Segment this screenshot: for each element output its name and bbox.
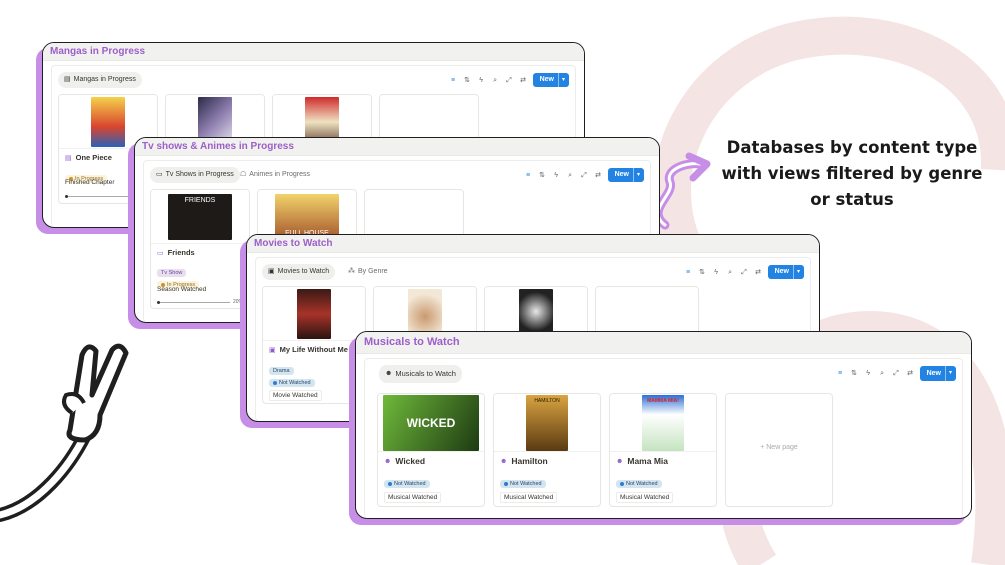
new-button[interactable]: New ▾ <box>532 73 569 87</box>
manga-cover-image <box>91 96 125 147</box>
book-icon: ▤ <box>65 154 72 162</box>
mamma-mia-poster-image: MAMMA MIA! <box>642 394 684 451</box>
progress-bar: 20% <box>157 298 243 306</box>
new-page-label: + New page <box>760 444 798 451</box>
property-value: Musical Watched <box>384 492 442 503</box>
property-value: Musical Watched <box>616 492 674 503</box>
settings-icon[interactable]: ⇄ <box>754 268 763 277</box>
chevron-down-icon: ▾ <box>944 365 952 381</box>
headline: Databases by content type with views fil… <box>721 138 983 209</box>
gallery-card-mama-mia[interactable]: MAMMA MIA! ☻ Mama Mia Not Watched Musical… <box>609 393 717 507</box>
book-icon: ▤ <box>64 76 71 83</box>
search-icon[interactable]: ⌕ <box>566 171 575 180</box>
settings-icon[interactable]: ⇄ <box>519 76 528 85</box>
property-value: Musical Watched <box>500 492 558 503</box>
film-icon: ▣ <box>269 346 276 354</box>
new-button[interactable]: New ▾ <box>607 168 644 182</box>
expand-icon[interactable]: ⤢ <box>892 369 901 378</box>
panel-title: Musicals to Watch <box>356 332 971 354</box>
new-page-card[interactable]: + New page <box>725 393 833 507</box>
sort-icon[interactable]: ⇅ <box>850 369 859 378</box>
lightning-icon[interactable]: ϟ <box>477 76 486 85</box>
property-value: Season Watched <box>157 286 207 293</box>
property-value: Movie Watched <box>269 390 322 401</box>
chevron-down-icon: ▾ <box>792 265 800 279</box>
hamilton-poster-image: HAMILTON <box>526 394 568 451</box>
mask-icon: ☻ <box>384 457 392 465</box>
lightning-icon[interactable]: ϟ <box>712 268 721 277</box>
expand-icon[interactable]: ⤢ <box>505 76 514 85</box>
gallery-card-hamilton[interactable]: HAMILTON ☻ Hamilton Not Watched Musical W… <box>493 393 601 507</box>
panel-title: Mangas in Progress <box>43 43 584 61</box>
new-button[interactable]: New ▾ <box>767 265 804 279</box>
tab-animes-in-progress[interactable]: ☖ Animes in Progress <box>234 167 316 183</box>
lightning-icon[interactable]: ϟ <box>552 171 561 180</box>
filter-icon[interactable]: ≡ <box>449 76 458 85</box>
filter-icon[interactable]: ≡ <box>524 171 533 180</box>
expand-icon[interactable]: ⤢ <box>580 171 589 180</box>
group-icon: ⁂ <box>348 268 355 275</box>
lightning-icon[interactable]: ϟ <box>864 369 873 378</box>
sort-icon[interactable]: ⇅ <box>698 268 707 277</box>
mask-icon: ☻ <box>616 457 624 465</box>
wicked-poster-image: WICKED <box>383 394 479 451</box>
sort-icon[interactable]: ⇅ <box>463 76 472 85</box>
filter-icon[interactable]: ≡ <box>684 268 693 277</box>
tab-musicals-to-watch[interactable]: ☻ Musicals to Watch <box>379 365 462 383</box>
tv-cover-image: FULL HOUSE <box>275 193 339 240</box>
tab-mangas-in-progress[interactable]: ▤ Mangas in Progress <box>58 72 142 88</box>
chevron-down-icon: ▾ <box>557 73 565 87</box>
robot-icon: ☖ <box>240 171 247 178</box>
gallery-card-friends[interactable]: FRIENDS ▭ Friends Tv Show In Progress Sea… <box>150 189 250 309</box>
tab-tv-shows-in-progress[interactable]: ▭ Tv Shows in Progress <box>150 167 240 183</box>
movie-cover-image <box>297 288 331 339</box>
peace-hand-illustration <box>0 343 129 522</box>
search-icon[interactable]: ⌕ <box>878 369 887 378</box>
mask-icon: ☻ <box>385 370 393 377</box>
panel-title: Tv shows & Animes in Progress <box>135 138 659 156</box>
film-icon: ▣ <box>268 268 275 275</box>
panel-title: Movies to Watch <box>247 235 819 253</box>
property-value: Finished Chapter <box>65 179 115 186</box>
mask-icon: ☻ <box>500 457 508 465</box>
search-icon[interactable]: ⌕ <box>726 268 735 277</box>
tv-icon: ▭ <box>156 171 163 178</box>
sort-icon[interactable]: ⇅ <box>538 171 547 180</box>
new-button[interactable]: New ▾ <box>919 365 956 381</box>
chevron-down-icon: ▾ <box>632 168 640 182</box>
settings-icon[interactable]: ⇄ <box>906 369 915 378</box>
search-icon[interactable]: ⌕ <box>491 76 500 85</box>
tv-icon: ▭ <box>157 249 164 257</box>
filter-icon[interactable]: ≡ <box>836 369 845 378</box>
tab-movies-to-watch[interactable]: ▣ Movies to Watch <box>262 264 336 280</box>
musicals-panel: Musicals to Watch ☻ Musicals to Watch ≡ … <box>349 331 972 525</box>
settings-icon[interactable]: ⇄ <box>594 171 603 180</box>
expand-icon[interactable]: ⤢ <box>740 268 749 277</box>
tab-by-genre[interactable]: ⁂ By Genre <box>342 264 394 280</box>
tv-cover-image: FRIENDS <box>168 193 232 240</box>
gallery-card-wicked[interactable]: WICKED ☻ Wicked Not Watched Musical Watch… <box>377 393 485 507</box>
